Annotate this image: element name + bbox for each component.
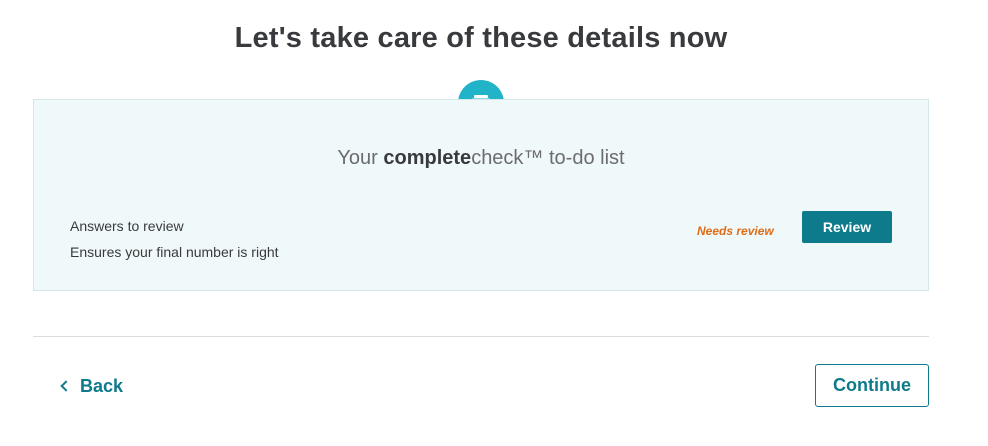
status-badge: Needs review (697, 224, 774, 238)
card-heading: Your completecheck™ to-do list (34, 147, 928, 170)
back-button[interactable]: Back (60, 374, 123, 398)
continue-button[interactable]: Continue (815, 364, 929, 407)
divider (33, 336, 929, 337)
item-description: Ensures your final number is right (70, 244, 279, 260)
chevron-left-icon (60, 380, 72, 392)
todo-card: Your completecheck™ to-do list Answers t… (33, 99, 929, 291)
item-title: Answers to review (70, 218, 184, 234)
heading-suffix: to-do list (543, 147, 625, 169)
heading-prefix: Your (337, 147, 384, 169)
brand-rest: check™ (471, 147, 544, 169)
page-title: Let's take care of these details now (234, 22, 728, 54)
back-label: Back (80, 375, 124, 396)
review-button[interactable]: Review (802, 211, 892, 243)
brand-bold: complete (383, 147, 472, 169)
